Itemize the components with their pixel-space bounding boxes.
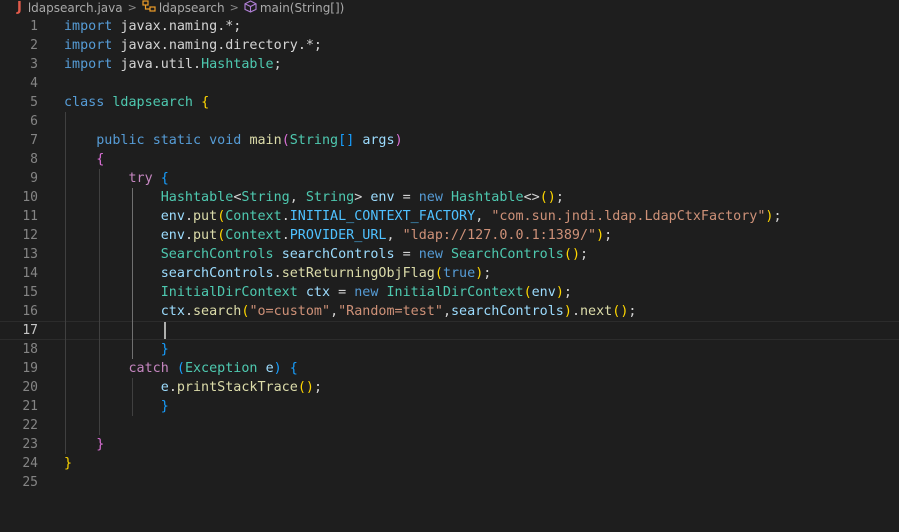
indent-guide [98,416,100,435]
code-line[interactable]: 20 e.printStackTrace(); [0,378,899,397]
indent-guide [65,112,66,131]
code-text: SearchControls searchControls = new Sear… [160,247,589,262]
breadcrumb-method[interactable]: main(String[]) [260,1,345,15]
code-text: { [96,152,105,167]
code-text: try { [128,171,169,186]
line-number: 15 [22,285,38,300]
line-number: 21 [22,399,38,414]
code-line[interactable]: 25 [0,473,899,492]
line-number: 24 [22,456,38,471]
line-number: 18 [22,342,38,357]
code-text: env.put(Context.PROVIDER_URL, "ldap://12… [160,228,613,243]
code-line[interactable]: 7 public static void main(String[] args) [0,131,899,150]
code-line[interactable]: 8 { [0,150,899,169]
line-number: 20 [22,380,38,395]
code-text: Hashtable<String, String> env = new Hash… [160,190,564,205]
code-line[interactable]: 3 import java.util.Hashtable; [0,55,899,74]
line-number: 9 [30,171,38,186]
code-text: } [160,342,169,357]
line-number: 10 [22,190,38,205]
code-line[interactable]: 5 class ldapsearch { [0,93,899,112]
code-line[interactable]: 19 catch (Exception e) { [0,359,899,378]
code-line[interactable]: 24} [0,454,899,473]
line-number: 11 [22,209,38,224]
code-text: import javax.naming.*; [64,19,242,34]
code-text: import java.util.Hashtable; [64,57,282,72]
code-text: } [160,399,169,414]
code-line[interactable]: 10 Hashtable<String, String> env = new H… [0,188,899,207]
code-line[interactable]: 16 ctx.search("o=custom","Random=test",s… [0,302,899,321]
breadcrumb-separator: > [229,1,239,14]
code-line[interactable]: 22 [0,416,899,435]
code-line[interactable]: 11 env.put(Context.INITIAL_CONTEXT_FACTO… [0,207,899,226]
breadcrumb-file[interactable]: ldapsearch.java [28,1,123,15]
line-number: 5 [30,95,38,110]
method-cube-icon [244,0,257,16]
line-number: 6 [30,114,38,129]
code-text: searchControls.setReturningObjFlag(true)… [160,266,492,281]
java-file-icon: J [17,0,22,15]
line-number: 7 [30,133,38,148]
line-number: 14 [22,266,38,281]
line-number: 17 [22,323,38,338]
code-text: InitialDirContext ctx = new InitialDirCo… [160,285,572,300]
code-line[interactable]: 1 import javax.naming.*; [0,17,899,36]
code-line[interactable]: 13 SearchControls searchControls = new S… [0,245,899,264]
code-line[interactable]: 14 searchControls.setReturningObjFlag(tr… [0,264,899,283]
indent-guide [132,321,134,340]
code-text: ctx.search("o=custom","Random=test",sear… [160,304,637,319]
code-line[interactable]: 4 [0,74,899,93]
indent-guide [65,416,66,435]
line-number: 16 [22,304,38,319]
code-line[interactable]: 2 import javax.naming.directory.*; [0,36,899,55]
line-number: 19 [22,361,38,376]
line-number: 23 [22,437,38,452]
line-number: 1 [30,19,38,34]
breadcrumb-separator: > [127,1,137,14]
code-line[interactable]: 18 } [0,340,899,359]
code-line[interactable]: 17 [0,321,899,340]
code-text: e.printStackTrace(); [160,380,322,395]
line-number: 13 [22,247,38,262]
code-line[interactable]: 9 try { [0,169,899,188]
code-text: catch (Exception e) { [128,361,298,376]
line-number: 8 [30,152,38,167]
line-number: 3 [30,57,38,72]
line-number: 25 [22,475,38,490]
code-text: import javax.naming.directory.*; [64,38,322,53]
indent-guide [65,321,66,340]
code-text: public static void main(String[] args) [96,133,403,148]
class-icon [142,0,156,16]
code-line[interactable]: 6 [0,112,899,131]
code-line[interactable]: 23 } [0,435,899,454]
code-text: env.put(Context.INITIAL_CONTEXT_FACTORY,… [160,209,782,224]
code-line[interactable]: 12 env.put(Context.PROVIDER_URL, "ldap:/… [0,226,899,245]
code-text: } [64,456,73,471]
code-text: } [96,437,105,452]
line-number: 22 [22,418,38,433]
line-number: 2 [30,38,38,53]
text-cursor [164,322,166,339]
line-number: 4 [30,76,38,91]
breadcrumb: J ldapsearch.java > ldapsearch > main(St… [0,0,899,15]
line-number: 12 [22,228,38,243]
code-text: class ldapsearch { [64,95,210,110]
code-line[interactable]: 15 InitialDirContext ctx = new InitialDi… [0,283,899,302]
indent-guide [98,321,100,340]
breadcrumb-class[interactable]: ldapsearch [159,1,225,15]
code-line[interactable]: 21 } [0,397,899,416]
code-editor[interactable]: 1 import javax.naming.*; 2 import javax.nam… [0,17,899,492]
